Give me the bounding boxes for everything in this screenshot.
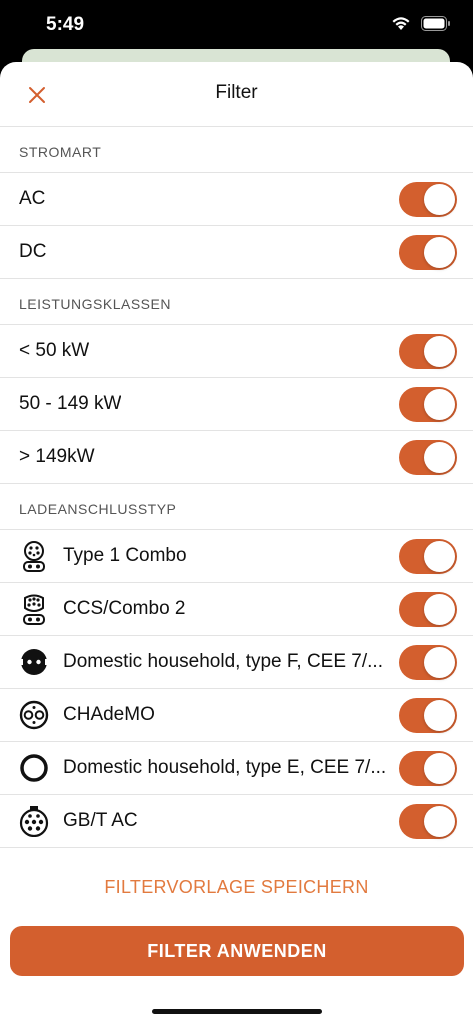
filter-row-gbt-ac: GB/T AC bbox=[0, 795, 473, 848]
toggle-knob bbox=[424, 541, 455, 572]
filter-sheet: Filter STROMART AC DC LEISTUNGSKLASSEN <… bbox=[0, 62, 473, 1024]
filter-label: Domestic household, type E, CEE 7/... bbox=[63, 757, 387, 778]
filter-row-ccs-combo2: CCS/Combo 2 bbox=[0, 583, 473, 636]
apply-filter-button[interactable]: FILTER ANWENDEN bbox=[10, 926, 464, 976]
filter-row-partial bbox=[0, 848, 473, 857]
toggle-under-50kw[interactable] bbox=[399, 334, 457, 369]
toggle-knob bbox=[424, 647, 455, 678]
filter-label: Domestic household, type F, CEE 7/... bbox=[63, 651, 383, 672]
filter-label: Type 1 Combo bbox=[63, 545, 187, 566]
status-time: 5:49 bbox=[46, 14, 85, 35]
toggle-knob bbox=[424, 184, 455, 215]
type1-combo-connector-icon bbox=[19, 541, 49, 572]
filter-header: Filter bbox=[0, 62, 473, 127]
toggle-50-149kw[interactable] bbox=[399, 387, 457, 422]
toggle-ccs-combo2[interactable] bbox=[399, 592, 457, 627]
toggle-gbt-ac[interactable] bbox=[399, 804, 457, 839]
filter-label: AC bbox=[19, 188, 46, 209]
save-template-button[interactable]: FILTERVORLAGE SPEICHERN bbox=[0, 877, 473, 898]
section-header-ladeanschlusstyp: LADEANSCHLUSSTYP bbox=[0, 484, 473, 530]
toggle-knob bbox=[424, 442, 455, 473]
filter-label: < 50 kW bbox=[19, 340, 90, 361]
filter-row-type-e: Domestic household, type E, CEE 7/... bbox=[0, 742, 473, 795]
filter-label: CCS/Combo 2 bbox=[63, 598, 186, 619]
schuko-type-f-connector-icon bbox=[19, 647, 49, 677]
status-icons bbox=[391, 16, 451, 31]
toggle-type-f[interactable] bbox=[399, 645, 457, 680]
type-e-connector-icon bbox=[19, 753, 49, 783]
toggle-knob bbox=[424, 806, 455, 837]
toggle-knob bbox=[424, 389, 455, 420]
toggle-ac[interactable] bbox=[399, 182, 457, 217]
filter-label: > 149kW bbox=[19, 446, 95, 467]
toggle-knob bbox=[424, 700, 455, 731]
toggle-chademo[interactable] bbox=[399, 698, 457, 733]
toggle-over-149kw[interactable] bbox=[399, 440, 457, 475]
toggle-knob bbox=[424, 336, 455, 367]
toggle-type1-combo[interactable] bbox=[399, 539, 457, 574]
section-header-stromart: STROMART bbox=[0, 127, 473, 173]
filter-label: 50 - 149 kW bbox=[19, 393, 122, 414]
status-bar: 5:49 bbox=[0, 0, 473, 50]
home-indicator bbox=[152, 1009, 322, 1014]
toggle-knob bbox=[424, 753, 455, 784]
filter-row-dc: DC bbox=[0, 226, 473, 279]
filter-row-50-149kw: 50 - 149 kW bbox=[0, 378, 473, 431]
toggle-knob bbox=[424, 594, 455, 625]
filter-row-under-50kw: < 50 kW bbox=[0, 325, 473, 378]
filter-row-type-f: Domestic household, type F, CEE 7/... bbox=[0, 636, 473, 689]
section-header-leistungsklassen: LEISTUNGSKLASSEN bbox=[0, 279, 473, 325]
chademo-connector-icon bbox=[19, 700, 49, 730]
wifi-icon bbox=[392, 17, 410, 30]
page-title: Filter bbox=[215, 82, 258, 103]
toggle-knob bbox=[424, 237, 455, 268]
toggle-type-e[interactable] bbox=[399, 751, 457, 786]
filter-label: DC bbox=[19, 241, 47, 262]
gbt-ac-connector-icon bbox=[19, 806, 49, 837]
filter-list[interactable]: STROMART AC DC LEISTUNGSKLASSEN < 50 kW … bbox=[0, 127, 473, 857]
filter-row-over-149kw: > 149kW bbox=[0, 431, 473, 484]
filter-label: GB/T AC bbox=[63, 810, 138, 831]
filter-row-type1-combo: Type 1 Combo bbox=[0, 530, 473, 583]
filter-label: CHAdeMO bbox=[63, 704, 155, 725]
battery-icon bbox=[421, 16, 450, 31]
toggle-dc[interactable] bbox=[399, 235, 457, 270]
filter-row-ac: AC bbox=[0, 173, 473, 226]
ccs-combo2-connector-icon bbox=[19, 594, 49, 625]
filter-row-chademo: CHAdeMO bbox=[0, 689, 473, 742]
